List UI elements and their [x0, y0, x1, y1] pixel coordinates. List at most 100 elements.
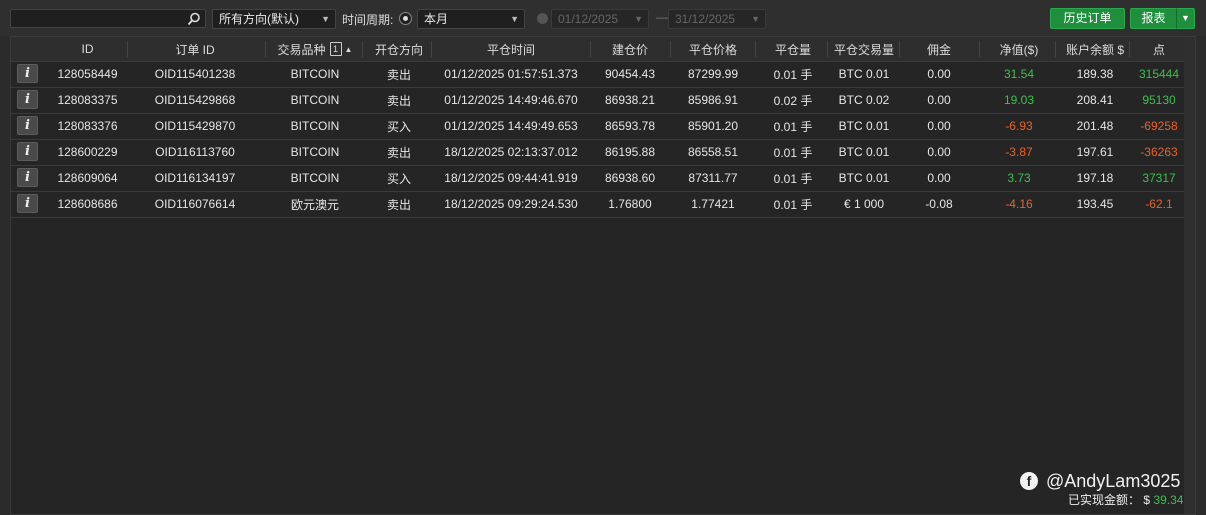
cell-open-price: 86938.21 [604, 93, 656, 107]
cell-order-id: OID115401238 [154, 67, 236, 81]
search-input[interactable] [10, 9, 206, 28]
info-icon[interactable]: i [17, 64, 38, 83]
cell-open-price: 86195.88 [604, 145, 656, 159]
cell-trade-volume: BTC 0.01 [838, 145, 890, 159]
cell-open-price: 86938.60 [604, 171, 656, 185]
column-divider[interactable] [127, 41, 128, 57]
period-radio-preset[interactable] [399, 12, 412, 25]
header-label: 平仓量 [774, 42, 811, 57]
column-divider[interactable] [1055, 41, 1056, 57]
cell-volume: 0.01 手 [773, 145, 813, 160]
column-divider[interactable] [265, 41, 266, 57]
table-row[interactable]: i 128058449 OID115401238 BITCOIN 卖出 01/12/202… [11, 61, 1185, 88]
header-col-points[interactable]: 点 [1133, 37, 1185, 61]
table-row[interactable]: i 128083375 OID115429868 BITCOIN 卖出 01/12/202… [11, 87, 1185, 114]
column-divider[interactable] [979, 41, 980, 57]
header-col-trade-volume[interactable]: 平仓交易量 [831, 37, 897, 61]
info-icon[interactable]: i [17, 90, 38, 109]
cell-commission: 0.00 [927, 67, 951, 81]
info-icon[interactable]: i [17, 116, 38, 135]
cell-points: -36263 [1140, 145, 1178, 159]
column-divider[interactable] [670, 41, 671, 57]
cell-close-time: 01/12/2025 01:57:51.373 [444, 67, 578, 81]
header-col-open-price[interactable]: 建仓价 [594, 37, 666, 61]
date-to-picker[interactable]: 31/12/2025 ▼ [668, 9, 766, 29]
direction-select[interactable]: 所有方向(默认) ▼ [212, 9, 336, 29]
cell-balance: 193.45 [1076, 197, 1114, 211]
column-divider[interactable] [899, 41, 900, 57]
cell-order-id: OID115429870 [154, 119, 236, 133]
cell-net: -4.16 [1005, 197, 1033, 211]
cell-points: 95130 [1142, 93, 1176, 107]
cell-order-id: OID116113760 [155, 145, 235, 159]
header-col-direction[interactable]: 开仓方向 [366, 37, 432, 61]
cell-close-price: 87299.99 [687, 67, 739, 81]
facebook-icon: f [1020, 472, 1038, 490]
column-divider[interactable] [1129, 41, 1130, 57]
cell-volume: 0.01 手 [773, 119, 813, 134]
header-col-commission[interactable]: 佣金 [903, 37, 975, 61]
header-label: ID [81, 42, 94, 56]
watermark: f @AndyLam3025 [1020, 469, 1180, 493]
header-col-net[interactable]: 净值($) [983, 37, 1055, 61]
header-col-balance[interactable]: 账户余额 $ [1059, 37, 1131, 61]
header-col-close-price[interactable]: 平仓价格 [674, 37, 752, 61]
cell-open-price: 1.76800 [608, 197, 652, 211]
header-col-id[interactable]: ID [55, 37, 120, 61]
header-label: 建仓价 [611, 42, 648, 57]
cell-balance: 197.61 [1076, 145, 1114, 159]
table-row[interactable]: i 128083376 OID115429870 BITCOIN 买入 01/12/202… [11, 113, 1185, 140]
header-label: 平仓交易量 [833, 42, 894, 57]
date-from-value: 01/12/2025 [558, 12, 619, 26]
vertical-scrollbar[interactable] [1184, 37, 1195, 514]
info-icon[interactable]: i [17, 168, 38, 187]
table-row[interactable]: i 128608686 OID116076614 欧元澳元 卖出 18/12/2025 0… [11, 191, 1185, 218]
report-button[interactable]: 报表 [1130, 8, 1177, 29]
header-col-volume[interactable]: 平仓量 [759, 37, 827, 61]
realized-currency: $ [1143, 493, 1151, 507]
cell-close-price: 86558.51 [687, 145, 739, 159]
cell-open-price: 90454.43 [604, 67, 656, 81]
cell-commission: -0.08 [925, 197, 953, 211]
header-col-symbol[interactable]: 交易品种 1 ▲ [269, 37, 361, 61]
cell-symbol: BITCOIN [290, 171, 340, 185]
table-row[interactable]: i 128600229 OID116113760 BITCOIN 卖出 18/12/202… [11, 139, 1185, 166]
cell-volume: 0.02 手 [773, 93, 813, 108]
cell-volume: 0.01 手 [773, 67, 813, 82]
cell-id: 128058449 [57, 67, 118, 81]
info-icon[interactable]: i [17, 194, 38, 213]
cell-close-time: 18/12/2025 02:13:37.012 [444, 145, 578, 159]
table-header: ID 订单 ID 交易品种 1 ▲ 开仓方向 平仓时间 建仓价 平仓价格 平仓量 平仓交易量 佣金 净值… [11, 37, 1185, 62]
table-row[interactable]: i 128609064 OID116134197 BITCOIN 买入 18/12/202… [11, 165, 1185, 192]
cell-order-id: OID116076614 [154, 197, 236, 211]
column-divider[interactable] [827, 41, 828, 57]
cell-direction: 卖出 [386, 93, 411, 108]
column-divider[interactable] [755, 41, 756, 57]
cell-balance: 208.41 [1076, 93, 1114, 107]
sort-ascending-icon: ▲ [344, 44, 353, 54]
report-menu-button[interactable]: ▼ [1176, 8, 1195, 29]
search-icon[interactable] [187, 12, 201, 26]
header-col-close-time[interactable]: 平仓时间 [435, 37, 587, 61]
cell-id: 128609064 [57, 171, 118, 185]
header-col-order-id[interactable]: 订单 ID [131, 37, 259, 61]
closed-orders-table: ID 订单 ID 交易品种 1 ▲ 开仓方向 平仓时间 建仓价 平仓价格 平仓量 平仓交易量 佣金 净值… [10, 36, 1196, 515]
direction-select-value: 所有方向(默认) [219, 12, 299, 26]
period-select[interactable]: 本月 ▼ [417, 9, 525, 29]
realized-amount: 已实现金额： $ 39.34 [1068, 491, 1183, 508]
header-label: 平仓价格 [688, 42, 737, 57]
cell-volume: 0.01 手 [773, 197, 813, 212]
column-divider[interactable] [431, 41, 432, 57]
cell-commission: 0.00 [927, 119, 951, 133]
cell-close-time: 18/12/2025 09:29:24.530 [444, 197, 578, 211]
history-orders-button[interactable]: 历史订单 [1050, 8, 1125, 29]
period-radio-custom[interactable] [537, 13, 548, 24]
info-icon[interactable]: i [17, 142, 38, 161]
column-divider[interactable] [362, 41, 363, 57]
date-from-picker[interactable]: 01/12/2025 ▼ [551, 9, 649, 29]
cell-commission: 0.00 [927, 145, 951, 159]
sort-order-badge: 1 [329, 42, 342, 56]
column-divider[interactable] [590, 41, 591, 57]
cell-trade-volume: BTC 0.01 [838, 119, 890, 133]
cell-id: 128608686 [57, 197, 118, 211]
